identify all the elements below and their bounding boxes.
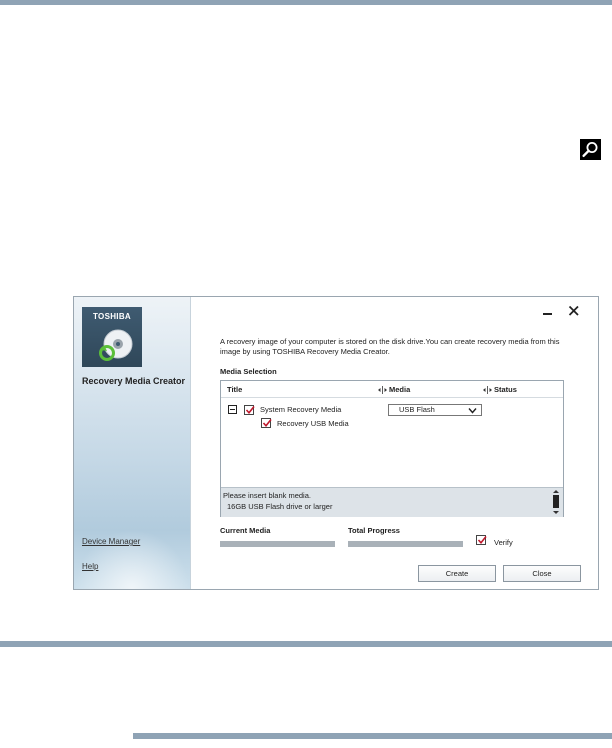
description-text: A recovery image of your computer is sto… bbox=[220, 337, 560, 356]
current-media-progress bbox=[220, 541, 335, 547]
minimize-button[interactable] bbox=[539, 303, 555, 319]
close-window-button[interactable] bbox=[566, 303, 582, 319]
recovery-usb-label: Recovery USB Media bbox=[277, 419, 349, 428]
column-media[interactable]: Media bbox=[378, 385, 411, 395]
checkmark-icon bbox=[477, 536, 487, 545]
page-bottom-rule bbox=[133, 733, 612, 739]
recovery-media-creator-window: TOSHIBA Recovery Media Creator Device Ma… bbox=[73, 296, 599, 590]
checkmark-icon bbox=[262, 419, 272, 428]
column-media-label: Media bbox=[389, 385, 411, 394]
help-link[interactable]: Help bbox=[82, 562, 98, 571]
column-status[interactable]: Status bbox=[483, 385, 517, 395]
device-manager-link[interactable]: Device Manager bbox=[82, 537, 140, 546]
main-panel: A recovery image of your computer is sto… bbox=[191, 297, 598, 589]
media-type-value: USB Flash bbox=[399, 405, 435, 414]
column-status-label: Status bbox=[494, 385, 517, 394]
column-resize-icon bbox=[378, 386, 387, 395]
collapse-toggle[interactable] bbox=[228, 405, 237, 414]
page-middle-rule bbox=[0, 641, 612, 647]
brand-label: TOSHIBA bbox=[93, 312, 131, 321]
scroll-up-icon[interactable] bbox=[553, 490, 559, 493]
disc-recovery-icon bbox=[99, 329, 133, 361]
total-progress-bar bbox=[348, 541, 463, 547]
scroll-thumb[interactable] bbox=[553, 495, 559, 508]
verify-label: Verify bbox=[494, 538, 513, 547]
recovery-usb-checkbox[interactable] bbox=[261, 418, 272, 428]
info-scrollbar[interactable] bbox=[553, 490, 559, 515]
total-progress-label: Total Progress bbox=[348, 526, 400, 535]
create-button[interactable]: Create bbox=[418, 565, 496, 582]
magnifier-icon[interactable] bbox=[580, 139, 601, 160]
system-recovery-label: System Recovery Media bbox=[260, 405, 342, 414]
info-message: Please insert blank media. bbox=[223, 491, 311, 500]
app-title: Recovery Media Creator bbox=[82, 376, 186, 386]
media-info-box: Please insert blank media. 16GB USB Flas… bbox=[221, 487, 563, 517]
minimize-icon bbox=[543, 313, 552, 315]
app-logo: TOSHIBA bbox=[82, 307, 142, 367]
checkmark-icon bbox=[245, 406, 255, 415]
close-icon bbox=[568, 305, 579, 316]
column-title: Title bbox=[227, 385, 243, 394]
verify-checkbox[interactable] bbox=[476, 535, 487, 545]
scroll-down-icon[interactable] bbox=[553, 511, 559, 514]
media-selection-heading: Media Selection bbox=[220, 367, 277, 376]
table-header: Title Media Status bbox=[221, 381, 563, 398]
current-media-label: Current Media bbox=[220, 526, 271, 535]
media-type-dropdown[interactable]: USB Flash bbox=[388, 404, 482, 416]
info-requirement: 16GB USB Flash drive or larger bbox=[227, 502, 333, 511]
sidebar: TOSHIBA Recovery Media Creator Device Ma… bbox=[74, 297, 191, 589]
system-recovery-checkbox[interactable] bbox=[244, 405, 255, 415]
chevron-down-icon bbox=[468, 408, 477, 414]
close-button[interactable]: Close bbox=[503, 565, 581, 582]
column-resize-icon bbox=[483, 386, 492, 395]
media-selection-table: Title Media Status System Recovery Media… bbox=[220, 380, 564, 517]
page-top-rule bbox=[0, 0, 612, 5]
